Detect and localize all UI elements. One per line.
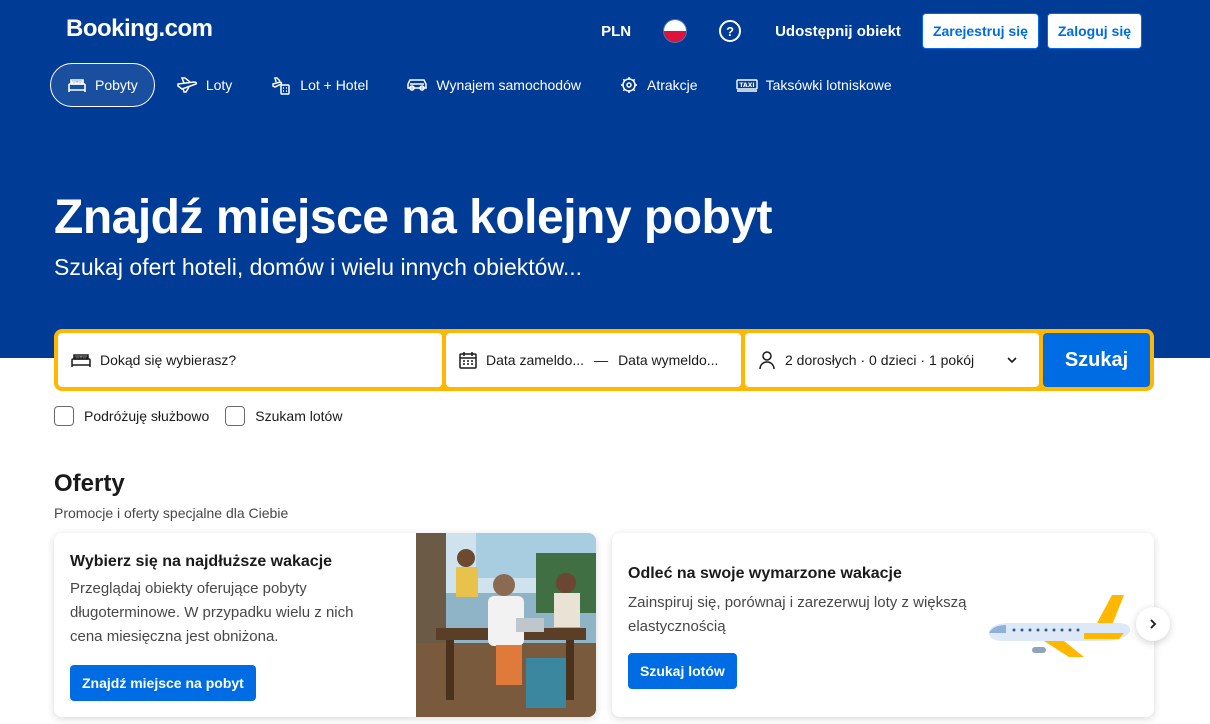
plane-icon [177,77,197,93]
language-flag-icon[interactable] [663,19,688,43]
search-options: Podróżuję służbowo Szukam lotów [54,406,358,426]
nav-item-flights[interactable]: Loty [159,63,249,107]
taxi-icon: TAXI [735,79,758,92]
search-flights-button[interactable]: Szukaj lotów [628,653,737,689]
family-photo [416,533,596,717]
flights-checkbox[interactable]: Szukam lotów [225,406,342,426]
guests-field[interactable]: 2 dorosłych · 0 dzieci · 1 pokój [745,333,1039,387]
checkbox-box[interactable] [54,406,74,426]
offers-title: Oferty [54,470,125,497]
nav-item-car-rental[interactable]: Wynajem samochodów [389,63,598,107]
date-separator: — [594,352,609,368]
offer-card-text: Zainspiruj się, porównaj i zarezerwuj lo… [628,594,967,635]
header-actions: PLN ? Udostępnij obiekt Zarejestruj się … [601,13,1142,49]
nav-item-label: Pobyty [95,77,138,93]
hero-banner [0,0,1210,358]
checkout-date: Data wymeldo... [618,352,719,368]
find-stay-button[interactable]: Znajdź miejsce na pobyt [70,665,256,701]
nav-item-label: Atrakcje [647,77,698,93]
guests-summary: 2 dorosłych · 0 dzieci · 1 pokój [785,352,975,368]
attractions-icon [621,77,637,93]
checkbox-label: Szukam lotów [255,408,343,424]
currency-selector[interactable]: PLN [601,23,631,40]
offer-card-title: Wybierz się na najdłuższe wakacje [70,553,333,570]
destination-field[interactable]: Dokąd się wybierasz? [58,333,442,387]
destination-placeholder: Dokąd się wybierasz? [100,352,237,368]
offers-subtitle: Promocje i oferty specjalne dla Ciebie [54,505,289,521]
bed-icon [71,354,91,367]
offer-card-title: Odleć na swoje wymarzone wakacje [628,565,902,582]
booking-logo[interactable]: Booking.com [66,15,213,43]
nav-item-attractions[interactable]: Atrakcje [602,63,715,107]
checkbox-label: Podróżuję służbowo [84,408,210,424]
register-button[interactable]: Zarejestruj się [921,13,1039,49]
calendar-icon [459,352,477,369]
hero-title: Znajdź miejsce na kolejny pobyt [54,191,773,244]
chevron-down-icon [1007,357,1017,364]
nav-item-stays[interactable]: Pobyty [50,63,155,107]
search-button[interactable]: Szukaj [1043,333,1150,387]
nav-item-flight-hotel[interactable]: Lot + Hotel [253,63,385,107]
person-icon [759,351,775,370]
carousel-next-button[interactable] [1136,607,1170,641]
bed-icon [68,79,86,92]
airplane-illustration [989,595,1131,657]
offer-card-long-stays: Wybierz się na najdłuższe wakacje Przegl… [54,533,596,717]
dates-field[interactable]: Data zameldo... — Data wymeldo... [446,333,741,387]
nav-item-label: Wynajem samochodów [436,77,581,93]
nav-item-label: Taksówki lotniskowe [765,77,892,93]
nav-item-label: Lot + Hotel [300,77,369,93]
car-icon [407,79,428,91]
list-property-link[interactable]: Udostępnij obiekt [775,23,901,40]
search-box: Dokąd się wybierasz? Data zameldo... — D… [54,329,1154,391]
nav-item-label: Loty [205,77,233,93]
chevron-right-icon [1150,619,1157,629]
product-nav: Pobyty Loty Lot + Hotel Wynajem samochod… [50,63,913,107]
nav-item-airport-taxi[interactable]: TAXI Taksówki lotniskowe [719,63,909,107]
login-button[interactable]: Zaloguj się [1046,13,1142,49]
checkbox-box[interactable] [225,406,246,426]
help-icon[interactable]: ? [719,20,742,42]
hero-subtitle: Szukaj ofert hoteli, domów i wielu innyc… [54,254,582,280]
offer-card-text: Przeglądaj obiekty oferujące pobyty dług… [70,580,354,645]
plane-hotel-icon [272,77,291,95]
business-trip-checkbox[interactable]: Podróżuję służbowo [54,406,209,426]
svg-text:TAXI: TAXI [739,82,754,89]
offer-card-flights: Odleć na swoje wymarzone wakacje Zainspi… [612,533,1154,717]
checkin-date: Data zameldo... [486,352,585,368]
